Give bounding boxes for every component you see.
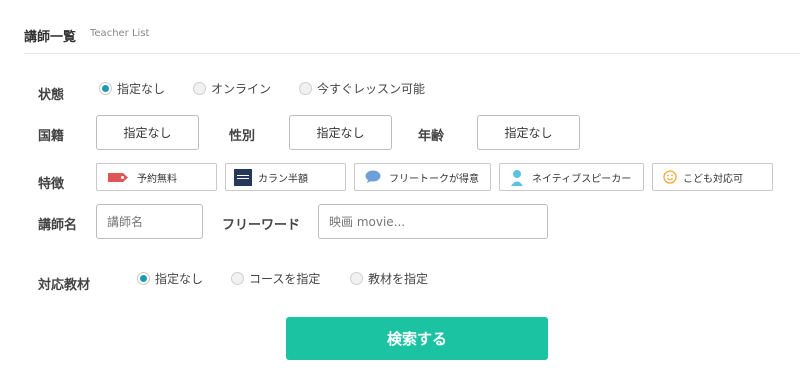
radio-icon — [231, 272, 244, 285]
feature-native-speaker[interactable]: ネイティブスピーカー — [499, 163, 644, 191]
nationality-label: 国籍 — [38, 129, 65, 144]
materials-label: 対応教材 — [38, 278, 91, 293]
feature-kids-ok[interactable]: こども対応可 — [652, 163, 773, 191]
status-option-label: 今すぐレッスン可能 — [317, 82, 426, 96]
age-label: 年齢 — [418, 129, 445, 144]
callan-logo-icon — [234, 168, 252, 186]
age-select[interactable]: 指定なし — [477, 115, 580, 150]
red-tag-icon — [107, 172, 129, 183]
feature-label: ネイティブスピーカー — [532, 173, 632, 185]
materials-option-label: コースを指定 — [249, 272, 321, 286]
smiley-icon — [663, 170, 677, 184]
status-option-online[interactable]: オンライン — [193, 80, 271, 97]
features-label: 特徴 — [38, 177, 65, 192]
materials-option-none[interactable]: 指定なし — [137, 270, 203, 287]
status-option-now[interactable]: 今すぐレッスン可能 — [299, 80, 425, 97]
page-title: 講師一覧 — [24, 30, 77, 45]
search-button[interactable]: 検索する — [286, 317, 548, 360]
page-subtitle: Teacher List — [90, 28, 150, 39]
nationality-select[interactable]: 指定なし — [96, 115, 199, 150]
feature-callan-half-price[interactable]: カラン半額 — [225, 163, 346, 191]
materials-option-label: 教材を指定 — [368, 272, 429, 286]
feature-free-booking[interactable]: 予約無料 — [96, 163, 217, 191]
teacher-name-input[interactable]: 講師名 — [96, 204, 203, 239]
free-word-input[interactable]: 映画 movie... — [318, 204, 548, 239]
person-icon — [510, 169, 524, 186]
feature-label: フリートークが得意 — [389, 173, 479, 185]
radio-icon — [350, 272, 363, 285]
status-option-label: 指定なし — [117, 82, 166, 96]
speech-bubble-icon — [365, 170, 381, 184]
status-option-label: オンライン — [211, 82, 272, 96]
feature-label: こども対応可 — [683, 173, 743, 185]
feature-label: 予約無料 — [137, 173, 177, 185]
radio-icon — [99, 82, 112, 95]
status-option-none[interactable]: 指定なし — [99, 80, 165, 97]
radio-icon — [137, 272, 150, 285]
feature-free-talk[interactable]: フリートークが得意 — [354, 163, 491, 191]
feature-label: カラン半額 — [258, 173, 308, 185]
materials-option-textbook[interactable]: 教材を指定 — [350, 270, 428, 287]
gender-select[interactable]: 指定なし — [289, 115, 392, 150]
radio-icon — [299, 82, 312, 95]
header-divider — [24, 53, 800, 54]
materials-option-label: 指定なし — [155, 272, 204, 286]
teacher-name-label: 講師名 — [38, 218, 78, 233]
gender-label: 性別 — [229, 129, 256, 144]
materials-option-course[interactable]: コースを指定 — [231, 270, 320, 287]
status-label: 状態 — [38, 88, 65, 103]
radio-icon — [193, 82, 206, 95]
free-word-label: フリーワード — [222, 218, 301, 233]
